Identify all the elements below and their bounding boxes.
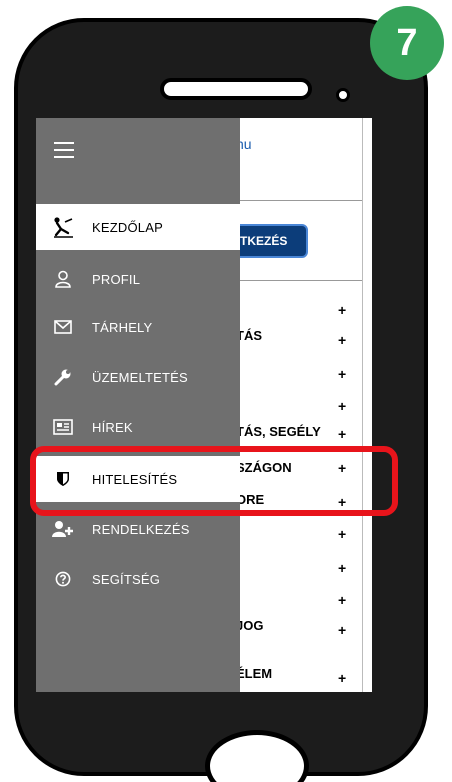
menu-item-uzemeltetes[interactable]: ÜZEMELTETÉS <box>36 354 240 400</box>
home-person-icon <box>52 216 74 238</box>
accordion-row-label[interactable]: ÉLEM <box>236 666 272 681</box>
navigation-drawer: KEZDŐLAP PROFIL TÁRHELY ÜZEMELTETÉS HÍRE… <box>36 118 240 692</box>
expand-plus-icon[interactable]: + <box>338 332 346 348</box>
expand-plus-icon[interactable]: + <box>338 622 346 638</box>
expand-plus-icon[interactable]: + <box>338 366 346 382</box>
wrench-icon <box>52 366 74 388</box>
hamburger-icon[interactable] <box>54 142 74 158</box>
envelope-icon <box>52 316 74 338</box>
phone-home-button[interactable] <box>205 730 309 782</box>
menu-item-tarhely[interactable]: TÁRHELY <box>36 304 240 350</box>
menu-item-label: KEZDŐLAP <box>92 219 163 235</box>
menu-item-label: TÁRHELY <box>92 319 153 335</box>
expand-plus-icon[interactable]: + <box>338 670 346 686</box>
menu-item-hirek[interactable]: HÍREK <box>36 404 240 450</box>
page-divider <box>236 280 362 281</box>
accordion-row-label[interactable]: JOG <box>236 618 263 633</box>
menu-item-kezdolap[interactable]: KEZDŐLAP <box>36 204 240 250</box>
expand-plus-icon[interactable]: + <box>338 426 346 442</box>
phone-screen: hu TKEZÉS TÁS TÁS, SEGÉLY SZÁGON ORE JOG… <box>36 118 372 692</box>
expand-plus-icon[interactable]: + <box>338 526 346 542</box>
phone-camera <box>336 88 350 102</box>
expand-plus-icon[interactable]: + <box>338 302 346 318</box>
accordion-row-label[interactable]: TÁS, SEGÉLY <box>236 424 321 439</box>
menu-item-profil[interactable]: PROFIL <box>36 256 240 302</box>
phone-speaker <box>160 78 312 100</box>
expand-plus-icon[interactable]: + <box>338 398 346 414</box>
menu-item-label: PROFIL <box>92 271 141 287</box>
menu-item-label: SEGÍTSÉG <box>92 571 161 587</box>
step-number-badge: 7 <box>370 6 444 80</box>
menu-item-label: ÜZEMELTETÉS <box>92 369 188 385</box>
menu-item-label: HÍREK <box>92 419 133 435</box>
page-right-rule <box>362 118 363 692</box>
expand-plus-icon[interactable]: + <box>338 592 346 608</box>
menu-item-label: RENDELKEZÉS <box>92 521 190 537</box>
newspaper-icon <box>52 416 74 438</box>
help-icon <box>52 568 74 590</box>
highlight-box <box>30 446 398 516</box>
page-divider <box>236 200 362 201</box>
add-user-icon <box>52 518 74 540</box>
menu-item-segitseg[interactable]: SEGÍTSÉG <box>36 556 240 602</box>
expand-plus-icon[interactable]: + <box>338 560 346 576</box>
login-button[interactable]: TKEZÉS <box>232 224 308 258</box>
user-icon <box>52 268 74 290</box>
